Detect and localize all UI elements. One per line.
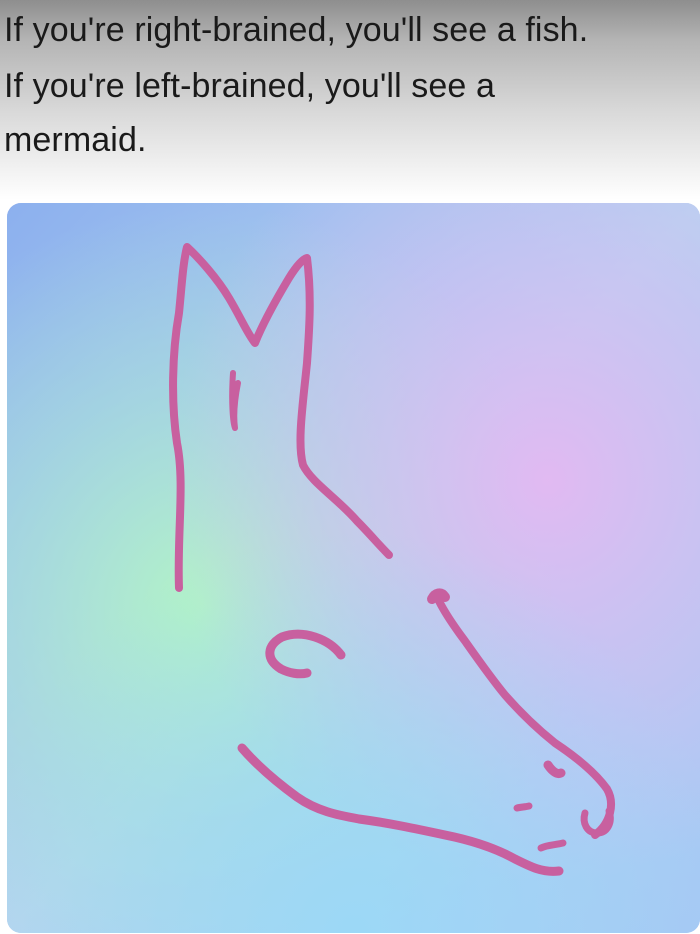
chin-mark — [537, 839, 567, 852]
caption-header: If you're right-brained, you'll see a fi… — [0, 0, 700, 200]
illusion-drawing — [7, 203, 700, 933]
caption-line-3: mermaid. — [4, 121, 147, 159]
caption-line-2: If you're left-brained, you'll see a — [4, 67, 495, 105]
mouth-mark — [513, 802, 533, 812]
nose-tip — [427, 588, 450, 604]
optical-illusion-image — [7, 203, 700, 933]
inner-stroke-line — [229, 370, 241, 431]
caption-line-1: If you're right-brained, you'll see a fi… — [4, 11, 589, 49]
